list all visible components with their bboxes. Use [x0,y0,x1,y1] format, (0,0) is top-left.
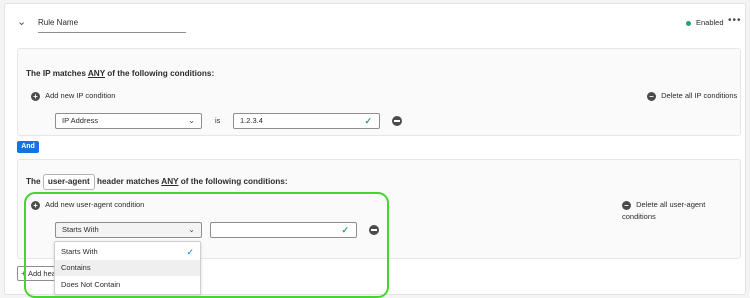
ellipsis-icon[interactable]: ••• [728,15,742,27]
add-ip-condition-button[interactable]: + Add new IP condition [31,90,115,102]
ua-section-heading: The user-agent header matches ANY of the… [26,174,288,190]
delete-all-user-agent-conditions-button[interactable]: – Delete all user-agent conditions [622,199,740,223]
checkmark-icon: ✓ [364,116,372,126]
remove-ip-condition-icon[interactable] [392,116,402,126]
minus-circle-icon: – [647,92,656,101]
chevron-down-icon: ⌄ [188,116,195,125]
and-button[interactable]: And [17,141,39,153]
ip-section-heading: The IP matches ANY of the following cond… [26,69,215,78]
delete-all-ip-conditions-button[interactable]: – Delete all IP conditions [647,90,737,102]
chevron-down-icon[interactable]: ⌄ [17,16,29,28]
rule-card: ⌄ Rule Name Enabled ••• The IP matches A… [4,3,746,298]
highlight-outline [24,192,389,298]
status-label: Enabled [696,18,724,27]
header-name-token[interactable]: user-agent [42,174,95,190]
ip-conditions-section: The IP matches ANY of the following cond… [17,48,741,136]
rule-name-field[interactable]: Rule Name [38,15,186,33]
minus-circle-icon: – [622,201,631,210]
ip-field-select[interactable]: IP Address ⌄ [55,113,202,129]
ip-value-input[interactable]: 1.2.3.4 ✓ [233,113,380,129]
status-dot-icon [686,21,691,26]
ip-operator-label: is [215,116,221,125]
plus-circle-icon: + [31,92,40,101]
